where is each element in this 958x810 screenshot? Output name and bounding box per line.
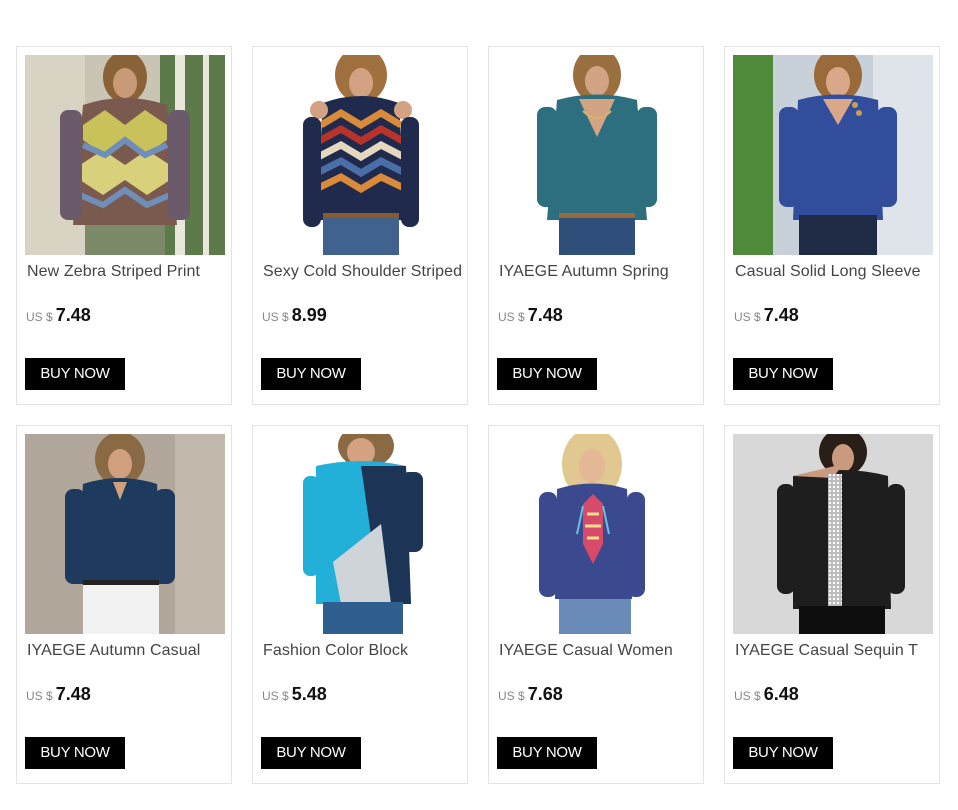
- price-amount: 7.48: [527, 305, 563, 325]
- buy-now-button[interactable]: BUY NOW: [497, 358, 597, 390]
- product-title[interactable]: Sexy Cold Shoulder Striped: [263, 263, 469, 281]
- product-image[interactable]: [733, 434, 933, 634]
- buy-now-button[interactable]: BUY NOW: [25, 737, 125, 769]
- product-card[interactable]: New Zebra Striped Print US $7.48 BUY NOW: [16, 46, 232, 405]
- price-amount: 7.48: [55, 684, 91, 704]
- product-image[interactable]: [733, 55, 933, 255]
- currency-label: US $: [498, 689, 525, 703]
- product-title[interactable]: Fashion Color Block: [263, 642, 469, 660]
- product-price: US $5.48: [262, 684, 327, 705]
- product-card[interactable]: Casual Solid Long Sleeve US $7.48 BUY NO…: [724, 46, 940, 405]
- product-card[interactable]: IYAEGE Casual Women US $7.68 BUY NOW: [488, 425, 704, 784]
- price-amount: 6.48: [763, 684, 799, 704]
- product-card[interactable]: IYAEGE Autumn Spring US $7.48 BUY NOW: [488, 46, 704, 405]
- currency-label: US $: [262, 689, 289, 703]
- buy-now-button[interactable]: BUY NOW: [733, 737, 833, 769]
- product-card[interactable]: IYAEGE Casual Sequin T US $6.48 BUY NOW: [724, 425, 940, 784]
- currency-label: US $: [498, 310, 525, 324]
- product-image[interactable]: [25, 434, 225, 634]
- product-title[interactable]: New Zebra Striped Print: [27, 263, 233, 281]
- product-image[interactable]: [497, 434, 697, 634]
- product-price: US $7.48: [26, 684, 91, 705]
- currency-label: US $: [26, 310, 53, 324]
- price-amount: 7.48: [55, 305, 91, 325]
- product-card[interactable]: Sexy Cold Shoulder Striped US $8.99 BUY …: [252, 46, 468, 405]
- buy-now-button[interactable]: BUY NOW: [497, 737, 597, 769]
- product-title[interactable]: Casual Solid Long Sleeve: [735, 263, 941, 281]
- price-amount: 7.68: [527, 684, 563, 704]
- product-card[interactable]: Fashion Color Block US $5.48 BUY NOW: [252, 425, 468, 784]
- product-price: US $7.48: [498, 305, 563, 326]
- price-amount: 8.99: [291, 305, 327, 325]
- price-amount: 5.48: [291, 684, 327, 704]
- product-image[interactable]: [497, 55, 697, 255]
- product-title[interactable]: IYAEGE Casual Sequin T: [735, 642, 941, 660]
- buy-now-button[interactable]: BUY NOW: [261, 358, 361, 390]
- product-card[interactable]: IYAEGE Autumn Casual US $7.48 BUY NOW: [16, 425, 232, 784]
- buy-now-button[interactable]: BUY NOW: [733, 358, 833, 390]
- product-price: US $7.48: [734, 305, 799, 326]
- product-title[interactable]: IYAEGE Autumn Spring: [499, 263, 705, 281]
- product-title[interactable]: IYAEGE Autumn Casual: [27, 642, 233, 660]
- product-title[interactable]: IYAEGE Casual Women: [499, 642, 705, 660]
- currency-label: US $: [26, 689, 53, 703]
- product-price: US $7.48: [26, 305, 91, 326]
- currency-label: US $: [262, 310, 289, 324]
- currency-label: US $: [734, 689, 761, 703]
- product-image[interactable]: [261, 55, 461, 255]
- product-image[interactable]: [261, 434, 461, 634]
- price-amount: 7.48: [763, 305, 799, 325]
- product-price: US $7.68: [498, 684, 563, 705]
- product-price: US $6.48: [734, 684, 799, 705]
- product-price: US $8.99: [262, 305, 327, 326]
- product-image[interactable]: [25, 55, 225, 255]
- buy-now-button[interactable]: BUY NOW: [261, 737, 361, 769]
- currency-label: US $: [734, 310, 761, 324]
- buy-now-button[interactable]: BUY NOW: [25, 358, 125, 390]
